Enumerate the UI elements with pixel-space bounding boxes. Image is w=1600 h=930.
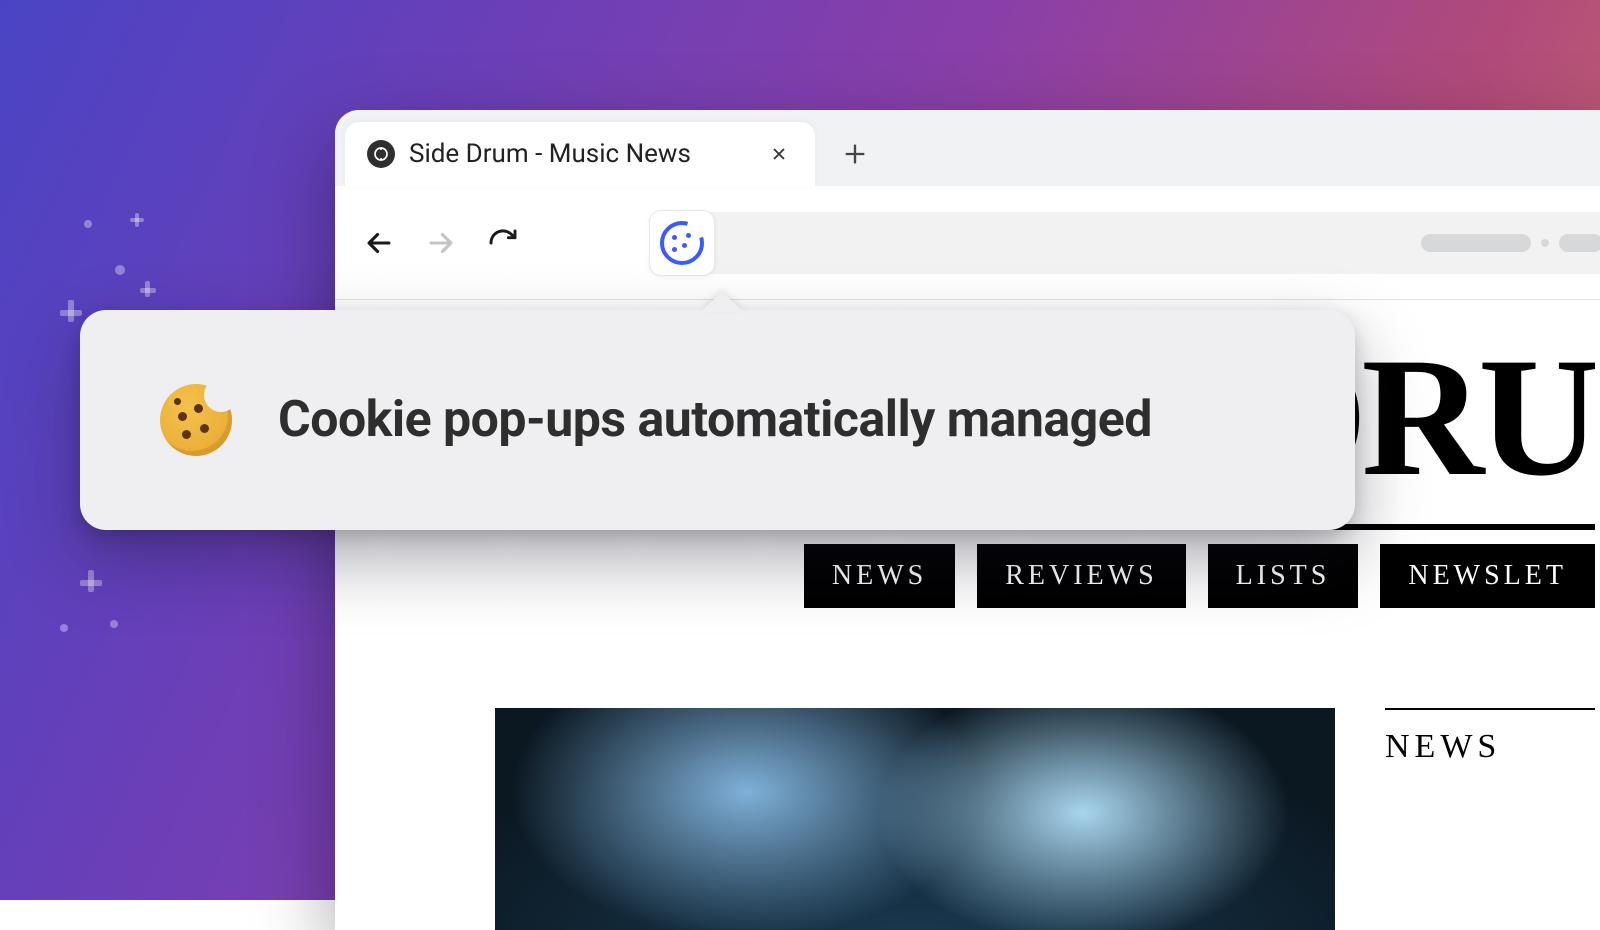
new-tab-button[interactable] <box>827 126 883 182</box>
sparkle-icon <box>60 624 68 632</box>
browser-toolbar <box>335 186 1600 300</box>
site-nav: NEWS REVIEWS LISTS NEWSLET <box>375 530 1595 608</box>
sparkle-icon <box>84 220 92 228</box>
sparkle-icon <box>115 265 125 275</box>
cookie-popover: Cookie pop-ups automatically managed <box>80 310 1355 530</box>
sidebar-column: NEWS <box>1385 708 1595 766</box>
tab-favicon-icon <box>367 140 395 168</box>
nav-item-news[interactable]: NEWS <box>804 544 955 608</box>
sparkle-icon <box>88 570 94 592</box>
tab-strip: Side Drum - Music News <box>335 110 1600 186</box>
forward-button[interactable] <box>417 219 465 267</box>
cookie-protection-badge[interactable] <box>649 210 715 276</box>
sidebar-heading: NEWS <box>1385 728 1595 766</box>
url-bar[interactable] <box>651 212 1600 274</box>
back-button[interactable] <box>355 219 403 267</box>
nav-item-reviews[interactable]: REVIEWS <box>977 544 1185 608</box>
tab-title: Side Drum - Music News <box>409 139 765 169</box>
sparkle-icon <box>135 213 139 227</box>
nav-item-newsletter[interactable]: NEWSLET <box>1380 544 1595 608</box>
popover-message: Cookie pop-ups automatically managed <box>278 391 1152 449</box>
cookie-icon <box>660 221 704 265</box>
sparkle-icon <box>68 300 74 322</box>
sparkle-icon <box>145 281 150 297</box>
nav-item-lists[interactable]: LISTS <box>1208 544 1359 608</box>
cookie-emoji-icon <box>160 384 232 456</box>
article-hero-image <box>495 708 1335 930</box>
url-bar-placeholder <box>1421 234 1600 252</box>
close-tab-button[interactable] <box>765 140 793 168</box>
sparkle-icon <box>110 620 118 628</box>
reload-button[interactable] <box>479 219 527 267</box>
browser-tab[interactable]: Side Drum - Music News <box>345 122 815 186</box>
